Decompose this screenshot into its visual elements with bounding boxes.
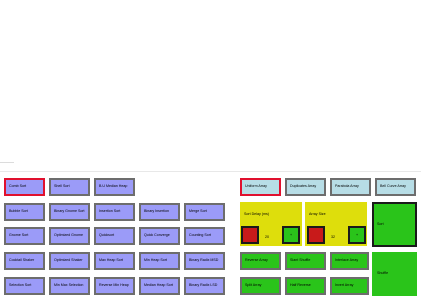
shuffle-button[interactable]: Shuffle: [372, 252, 417, 296]
array-size-decrease-button[interactable]: [307, 226, 325, 244]
sort-start-button[interactable]: Sort: [372, 202, 417, 247]
sort-delay-label: Sort Delay (ms): [244, 212, 269, 216]
sort-delay-value: 20: [265, 235, 269, 239]
sort-button-optimized-gnome[interactable]: Optimized Gnome: [49, 227, 90, 245]
interlace-array-button[interactable]: Interlace Array: [330, 252, 369, 270]
sort-delay-decrease-button[interactable]: [241, 226, 259, 244]
sort-button-counting[interactable]: Counting Sort: [184, 227, 225, 245]
sort-button-shell[interactable]: Shell Sort: [49, 178, 90, 196]
sort-button-binary-radix-msd[interactable]: Binary Radix MSD: [184, 252, 225, 270]
sort-button-binary-radix-lsd[interactable]: Binary Radix LSD: [184, 277, 225, 295]
invert-array-button[interactable]: Invert Array: [330, 277, 369, 295]
sort-button-binary-insertion[interactable]: Binary Insertion: [139, 203, 180, 221]
sort-button-gnome[interactable]: Gnome Sort: [4, 227, 45, 245]
sort-button-min-max-selection[interactable]: Min Max Selection: [49, 277, 90, 295]
sort-button-merge[interactable]: Merge Sort: [184, 203, 225, 221]
sort-button-max-heap[interactable]: Max Heap Sort: [94, 252, 135, 270]
sort-button-min-heap[interactable]: Min Heap Sort: [139, 252, 180, 270]
sort-button-quick-converge[interactable]: Quick Converge: [139, 227, 180, 245]
reverse-array-button[interactable]: Reverse Array: [240, 252, 281, 270]
sort-button-optimized-shaker[interactable]: Optimized Shaker: [49, 252, 90, 270]
half-reverse-button[interactable]: Half Reverse: [285, 277, 326, 295]
split-array-button[interactable]: Split Array: [240, 277, 281, 295]
panel-divider: [0, 171, 421, 172]
array-button-duplicates[interactable]: Duplicates Array: [285, 178, 326, 196]
sort-button-bu-median-heap[interactable]: B.U Median Heap: [94, 178, 135, 196]
sort-button-insertion[interactable]: Insertion Sort: [94, 203, 135, 221]
array-size-label: Array Size: [309, 212, 326, 216]
array-button-parabola[interactable]: Parabola Array: [330, 178, 371, 196]
array-button-bell-curve[interactable]: Bell Curve Array: [375, 178, 416, 196]
visualization-baseline: [0, 162, 14, 163]
sort-button-quicksort[interactable]: Quicksort: [94, 227, 135, 245]
sort-button-selection[interactable]: Selection Sort: [4, 277, 45, 295]
sort-button-comb[interactable]: Comb Sort: [4, 178, 45, 196]
sort-button-bubble[interactable]: Bubble Sort: [4, 203, 45, 221]
visualization-area: [0, 0, 421, 166]
sort-button-median-heap[interactable]: Median Heap Sort: [139, 277, 180, 295]
array-size-value: 32: [331, 235, 335, 239]
sort-button-reverse-min-heap[interactable]: Reverse Min Heap: [94, 277, 135, 295]
sort-button-binary-gnome[interactable]: Binary Gnome Sort: [49, 203, 90, 221]
slant-shuffle-button[interactable]: Slant Shuffle: [285, 252, 326, 270]
array-button-uniform[interactable]: Uniform Array: [240, 178, 281, 196]
array-size-increase-button[interactable]: +: [348, 226, 366, 244]
sort-button-cocktail-shaker[interactable]: Cocktail Shaker: [4, 252, 45, 270]
sort-delay-increase-button[interactable]: +: [282, 226, 300, 244]
